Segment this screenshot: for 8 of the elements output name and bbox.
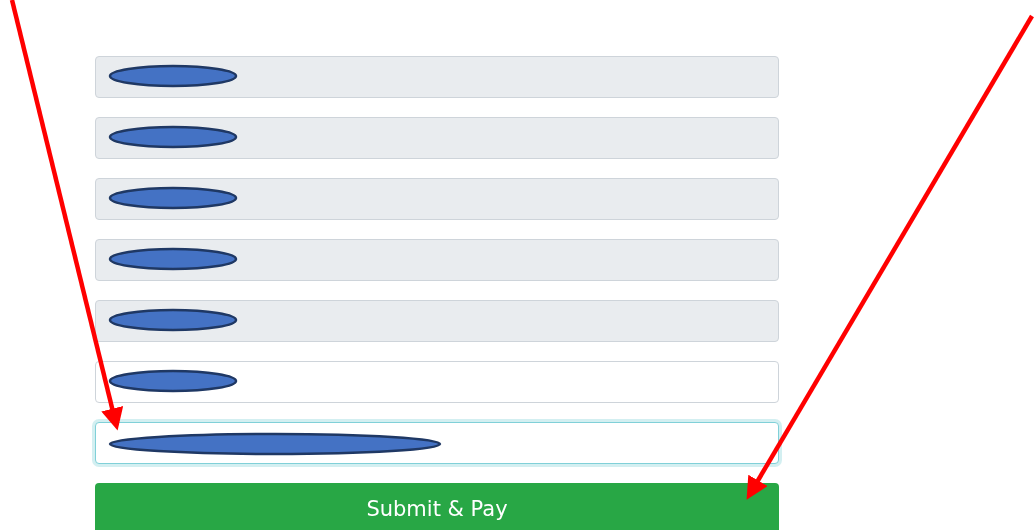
input-field[interactable]: [95, 178, 779, 220]
input-field[interactable]: [95, 300, 779, 342]
input-field[interactable]: [95, 361, 779, 403]
submit-button[interactable]: Submit & Pay: [95, 483, 779, 530]
input-field[interactable]: [95, 56, 779, 98]
input-field[interactable]: [95, 239, 779, 281]
input-field[interactable]: [95, 422, 779, 464]
input-field[interactable]: [95, 117, 779, 159]
